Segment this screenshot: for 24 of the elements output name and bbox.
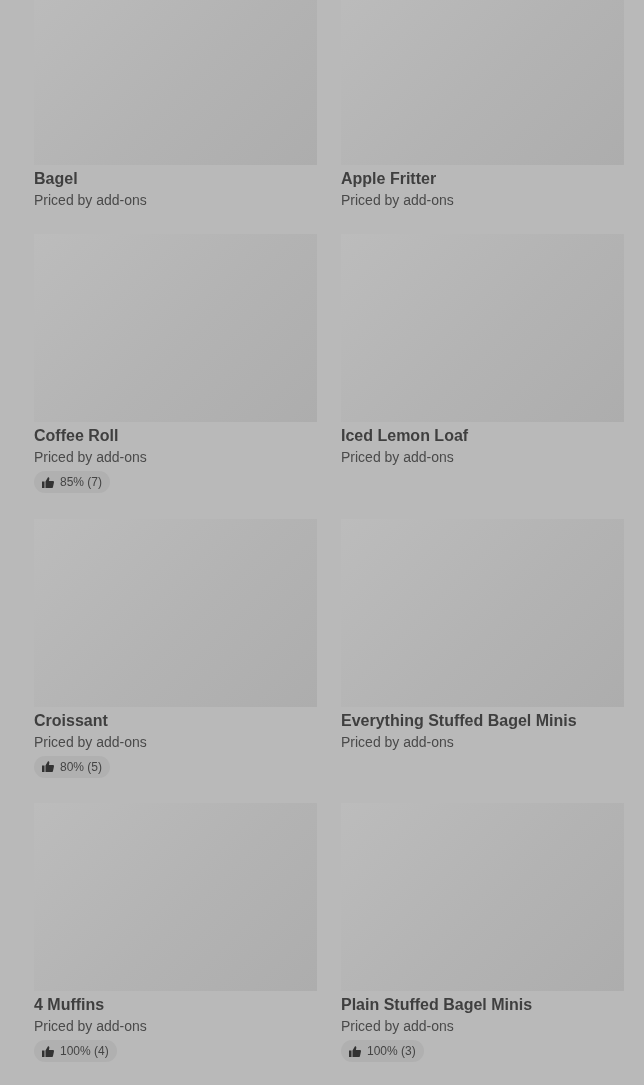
item-name: Coffee Roll bbox=[34, 426, 120, 446]
thumbs-up-icon bbox=[349, 1045, 361, 1057]
price-note: Priced by add-ons bbox=[34, 732, 148, 752]
price-note: Priced by add-ons bbox=[341, 1017, 455, 1036]
price-note: Priced by add-ons bbox=[341, 732, 455, 752]
item-name: Everything Stuffed Bagel Minis bbox=[341, 710, 578, 731]
item-name: Bagel bbox=[34, 169, 79, 189]
price-note: Priced by add-ons bbox=[34, 448, 148, 467]
rating-badge: 100% (4) bbox=[34, 1040, 117, 1062]
thumbs-up-icon bbox=[42, 476, 54, 488]
price-note: Priced by add-ons bbox=[34, 1017, 148, 1036]
item-name: Croissant bbox=[34, 710, 109, 731]
thumbs-up-icon bbox=[42, 761, 54, 772]
item-name: Apple Fritter bbox=[341, 169, 438, 189]
item-name: Plain Stuffed Bagel Minis bbox=[341, 995, 534, 1015]
price-note: Priced by add-ons bbox=[34, 191, 148, 210]
rating-badge: 80% (5) bbox=[34, 755, 111, 778]
price-note: Priced by add-ons bbox=[341, 191, 455, 210]
rating-badge: 100% (3) bbox=[341, 1040, 424, 1062]
item-name: Iced Lemon Loaf bbox=[341, 426, 470, 446]
item-name: 4 Muffins bbox=[34, 995, 106, 1015]
price-note: Priced by add-ons bbox=[341, 448, 455, 467]
thumbs-up-icon bbox=[42, 1045, 54, 1057]
rating-badge: 85% (7) bbox=[34, 471, 111, 493]
